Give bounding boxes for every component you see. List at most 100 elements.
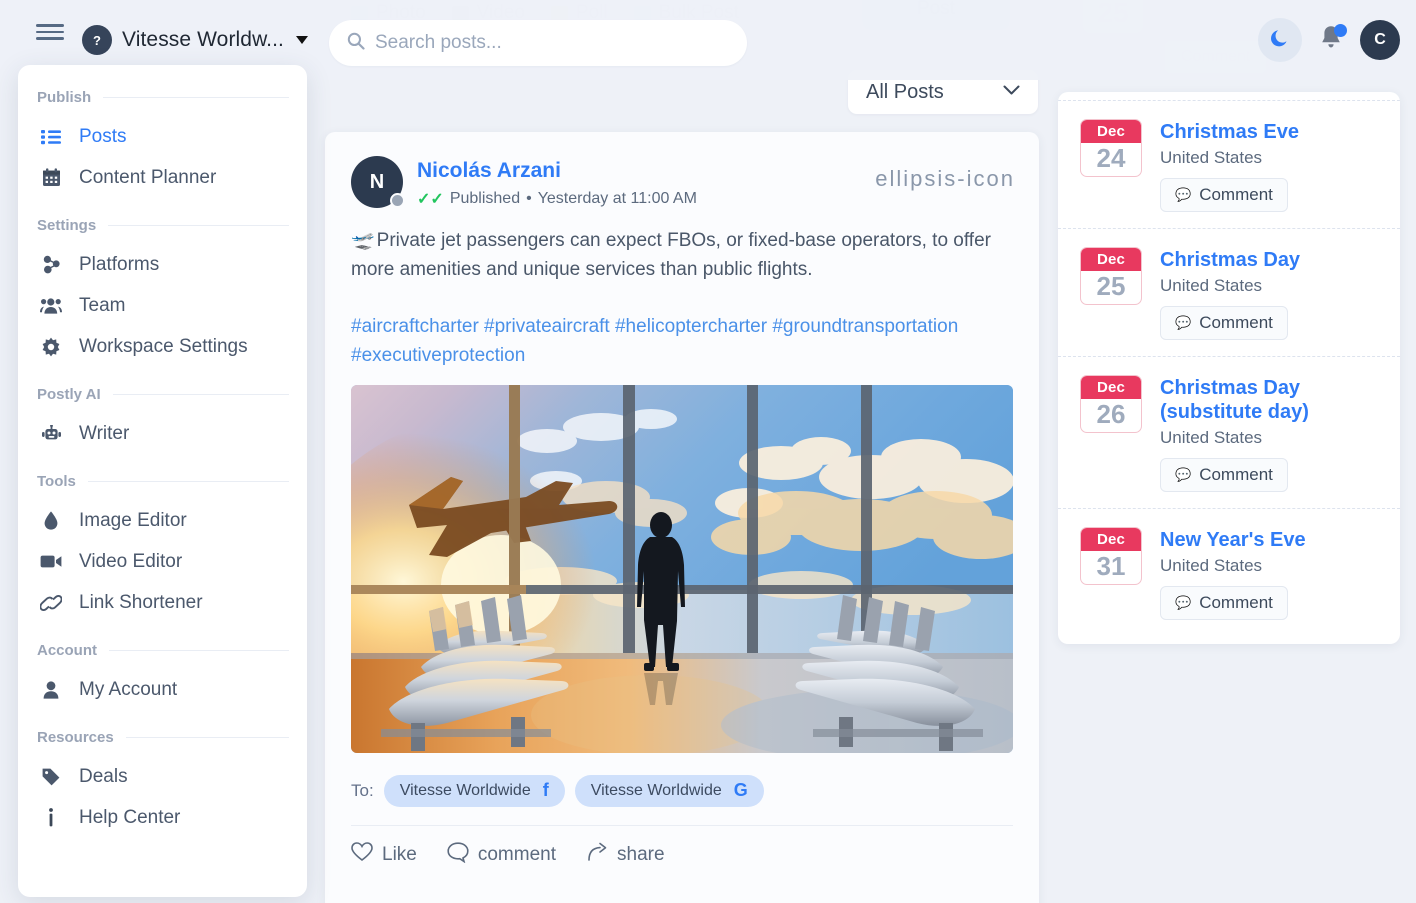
google-icon: G bbox=[733, 780, 748, 801]
sidebar-item-label: Team bbox=[79, 294, 126, 316]
post-status-line: ✓✓ Published • Yesterday at 11:00 AM bbox=[417, 189, 697, 209]
theme-toggle-button[interactable] bbox=[1258, 18, 1302, 62]
post-author-link[interactable]: Nicolás Arzani bbox=[417, 158, 697, 184]
sidebar-menu: Publish Posts Content Planner Settings P… bbox=[18, 65, 307, 897]
holiday-info: Christmas Day United States 💬 Comment bbox=[1160, 247, 1300, 340]
sidebar-item-team[interactable]: Team bbox=[18, 285, 307, 326]
holiday-comment-button[interactable]: 💬 Comment bbox=[1160, 586, 1288, 620]
sidebar-group-label: Publish bbox=[37, 89, 92, 106]
holiday-title[interactable]: New Year's Eve bbox=[1160, 528, 1306, 552]
holiday-title[interactable]: Christmas Day bbox=[1160, 248, 1300, 272]
workspace-selector[interactable]: ? Vitesse Worldw... bbox=[82, 20, 308, 60]
target-chip-google[interactable]: Vitesse Worldwide G bbox=[574, 774, 764, 807]
sidebar-item-label: Video Editor bbox=[79, 550, 183, 572]
sidebar-item-deals[interactable]: Deals bbox=[18, 756, 307, 797]
holiday-title[interactable]: Christmas Eve bbox=[1160, 120, 1299, 144]
sidebar-group-label: Postly AI bbox=[37, 386, 101, 403]
like-button[interactable]: Like bbox=[351, 842, 417, 868]
comment-bubble-icon: 💬 bbox=[1175, 187, 1192, 202]
sidebar-item-platforms[interactable]: Platforms bbox=[18, 244, 307, 285]
post-image[interactable] bbox=[351, 384, 1013, 753]
holiday-item: Dec 25 Christmas Day United States 💬 Com… bbox=[1058, 228, 1400, 356]
target-name: Vitesse Worldwide bbox=[590, 781, 722, 799]
holiday-title[interactable]: Christmas Day (substitute day) bbox=[1160, 376, 1380, 424]
comment-button[interactable]: comment bbox=[447, 842, 556, 869]
sidebar-item-label: Posts bbox=[79, 125, 127, 147]
holiday-comment-label: Comment bbox=[1199, 593, 1273, 612]
holiday-info: Christmas Eve United States 💬 Comment bbox=[1160, 119, 1299, 212]
calendar-badge: Dec 24 bbox=[1080, 119, 1142, 177]
avatar-status-dot bbox=[390, 193, 405, 208]
post-meta: Nicolás Arzani ✓✓ Published • Yesterday … bbox=[417, 156, 697, 209]
sidebar-item-label: Help Center bbox=[79, 806, 181, 828]
sidebar-item-label: Deals bbox=[79, 765, 128, 787]
calendar-month: Dec bbox=[1081, 528, 1141, 551]
hamburger-menu-icon[interactable] bbox=[36, 22, 64, 42]
sidebar-item-image-editor[interactable]: Image Editor bbox=[18, 500, 307, 541]
airplane-emoji: 🛫 bbox=[351, 230, 375, 252]
holiday-comment-button[interactable]: 💬 Comment bbox=[1160, 458, 1288, 492]
tag-icon bbox=[39, 768, 63, 786]
calendar-day: 31 bbox=[1096, 551, 1126, 581]
app-root: Photo Video Poll Bulk Post Post 25 Thank… bbox=[0, 0, 1416, 903]
calendar-badge: Dec 31 bbox=[1080, 527, 1142, 585]
sidebar-item-label: Platforms bbox=[79, 253, 160, 275]
holiday-item: Dec 24 Christmas Eve United States 💬 Com… bbox=[1058, 100, 1400, 228]
sidebar-group-publish: Publish bbox=[18, 89, 307, 106]
chevron-down-icon bbox=[296, 36, 308, 44]
list-icon bbox=[39, 129, 63, 145]
sidebar-item-label: My Account bbox=[79, 678, 178, 700]
sidebar-item-help-center[interactable]: Help Center bbox=[18, 797, 307, 838]
holiday-item: Dec 26 Christmas Day (substitute day) Un… bbox=[1058, 356, 1400, 508]
sidebar-group-label: Account bbox=[37, 642, 97, 659]
sidebar-item-video-editor[interactable]: Video Editor bbox=[18, 541, 307, 582]
search-box[interactable] bbox=[329, 20, 747, 66]
sidebar-item-workspace-settings[interactable]: Workspace Settings bbox=[18, 326, 307, 367]
target-chip-facebook[interactable]: Vitesse Worldwide f bbox=[383, 774, 565, 807]
sidebar-group-label: Tools bbox=[37, 473, 76, 490]
share-button[interactable]: share bbox=[586, 842, 665, 868]
holiday-comment-label: Comment bbox=[1199, 465, 1273, 484]
sidebar-group-resources: Resources bbox=[18, 729, 307, 746]
moon-icon bbox=[1269, 27, 1291, 54]
sidebar-group-account: Account bbox=[18, 642, 307, 659]
post-header: N Nicolás Arzani ✓✓ Published • Yesterda… bbox=[325, 132, 1039, 209]
top-bar-actions: C bbox=[1258, 18, 1400, 62]
sidebar-item-posts[interactable]: Posts bbox=[18, 116, 307, 157]
calendar-month: Dec bbox=[1081, 120, 1141, 143]
user-avatar[interactable]: C bbox=[1360, 20, 1400, 60]
calendar-badge: Dec 26 bbox=[1080, 375, 1142, 433]
post-body: 🛫 Private jet passengers can expect FBOs,… bbox=[325, 209, 1039, 371]
heart-icon bbox=[351, 842, 373, 868]
holiday-comment-button[interactable]: 💬 Comment bbox=[1160, 178, 1288, 212]
sidebar-item-content-planner[interactable]: Content Planner bbox=[18, 157, 307, 198]
post-hashtags[interactable]: #aircraftcharter #privateaircraft #helic… bbox=[351, 313, 1013, 371]
post-targets-row: To: Vitesse Worldwide f Vitesse Worldwid… bbox=[325, 753, 1039, 825]
video-camera-icon bbox=[39, 554, 63, 569]
divider bbox=[108, 225, 289, 226]
post-card: N Nicolás Arzani ✓✓ Published • Yesterda… bbox=[325, 132, 1039, 903]
sidebar-item-writer[interactable]: Writer bbox=[18, 413, 307, 454]
ellipsis-icon[interactable]: ellipsis-icon bbox=[875, 166, 1015, 192]
holiday-comment-button[interactable]: 💬 Comment bbox=[1160, 306, 1288, 340]
sidebar-item-my-account[interactable]: My Account bbox=[18, 669, 307, 710]
sidebar-item-link-shortener[interactable]: Link Shortener bbox=[18, 582, 307, 623]
target-name: Vitesse Worldwide bbox=[399, 781, 531, 799]
sidebar-item-label: Workspace Settings bbox=[79, 335, 248, 357]
holiday-comment-label: Comment bbox=[1199, 185, 1273, 204]
calendar-day: 26 bbox=[1096, 399, 1126, 429]
calendar-month: Dec bbox=[1081, 248, 1141, 271]
search-input[interactable] bbox=[375, 32, 729, 54]
notifications-button[interactable] bbox=[1314, 18, 1348, 62]
droplet-icon bbox=[39, 511, 63, 530]
share-icon bbox=[586, 842, 608, 868]
to-label: To: bbox=[351, 780, 374, 800]
calendar-day: 24 bbox=[1096, 143, 1126, 173]
calendar-icon bbox=[39, 168, 63, 187]
notification-badge bbox=[1334, 24, 1347, 37]
sidebar-item-label: Content Planner bbox=[79, 166, 217, 188]
post-status-separator: • bbox=[526, 190, 532, 208]
